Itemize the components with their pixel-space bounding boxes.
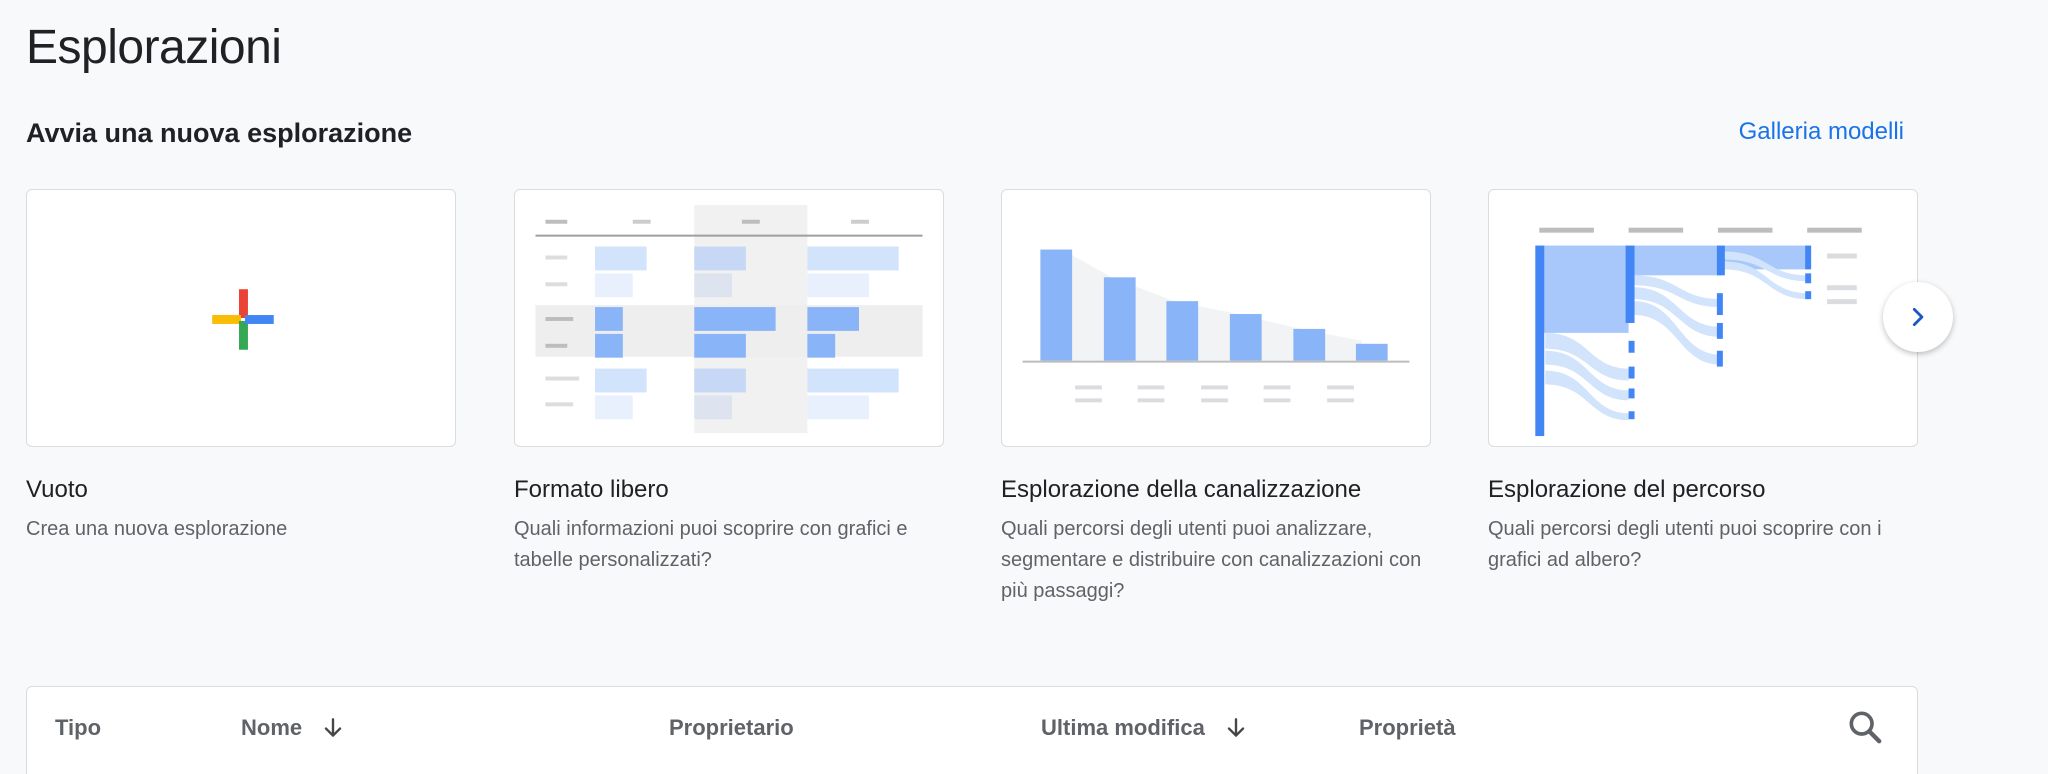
free-form-table-illustration <box>535 204 923 434</box>
column-header-property[interactable]: Proprietà <box>1359 715 1456 741</box>
page-title: Esplorazioni <box>26 21 282 74</box>
chevron-right-icon <box>1912 308 1924 326</box>
arrow-down-icon <box>1227 718 1245 737</box>
template-name-path: Esplorazione del percorso <box>1488 476 1766 503</box>
table-search-button[interactable] <box>1845 707 1885 747</box>
template-gallery-link[interactable]: Galleria modelli <box>1739 118 1904 146</box>
arrow-down-icon <box>324 718 342 737</box>
template-desc-blank: Crea una nuova esplorazione <box>26 518 288 540</box>
column-header-last-modified[interactable]: Ultima modifica <box>1041 715 1249 741</box>
template-card-blank[interactable] <box>26 189 456 447</box>
template-name-blank: Vuoto <box>26 476 88 503</box>
section-title: Avvia una nuova esplorazione <box>26 118 413 148</box>
funnel-chart-illustration <box>1022 249 1410 403</box>
plus-icon <box>212 289 274 350</box>
explorations-table-header: Tipo Nome Proprietario Ultima modifica P… <box>26 686 1918 774</box>
template-name-free-form: Formato libero <box>514 476 669 503</box>
template-card-path[interactable] <box>1488 189 1918 447</box>
column-header-name[interactable]: Nome <box>241 715 346 741</box>
path-tree-illustration <box>1535 227 1862 437</box>
carousel-next-button[interactable] <box>1883 282 1953 352</box>
template-desc-free-form: Quali informazioni puoi scoprire con gra… <box>514 518 908 571</box>
column-header-owner[interactable]: Proprietario <box>669 715 794 741</box>
template-desc-path: Quali percorsi degli utenti puoi scoprir… <box>1488 518 1882 571</box>
template-card-free-form[interactable] <box>514 189 944 447</box>
template-card-funnel[interactable] <box>1001 189 1431 447</box>
template-desc-funnel: Quali percorsi degli utenti puoi analizz… <box>1001 518 1422 602</box>
search-icon <box>1849 711 1882 744</box>
column-header-type[interactable]: Tipo <box>55 715 101 741</box>
template-name-funnel: Esplorazione della canalizzazione <box>1001 476 1362 503</box>
